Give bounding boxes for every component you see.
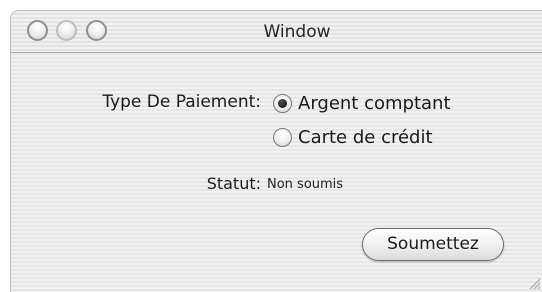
radio-selected-icon[interactable] [273, 93, 292, 113]
radio-unselected-icon[interactable] [273, 127, 292, 147]
radio-option-cash[interactable]: Argent comptant [273, 91, 451, 115]
status-value: Non soumis [267, 177, 344, 192]
status-label: Statut: [206, 174, 261, 193]
submit-button[interactable]: Soumettez [362, 228, 504, 261]
resize-grip-icon[interactable] [527, 276, 541, 290]
radio-label-cash[interactable]: Argent comptant [298, 93, 451, 114]
radio-option-credit-card[interactable]: Carte de crédit [273, 125, 433, 149]
window-title: Window [263, 22, 331, 42]
title-bar: Window [11, 11, 542, 53]
radio-label-credit-card[interactable]: Carte de crédit [298, 127, 433, 148]
payment-type-label: Type De Paiement: [102, 92, 261, 112]
window: Window Type De Paiement: Argent comptant… [10, 10, 542, 292]
